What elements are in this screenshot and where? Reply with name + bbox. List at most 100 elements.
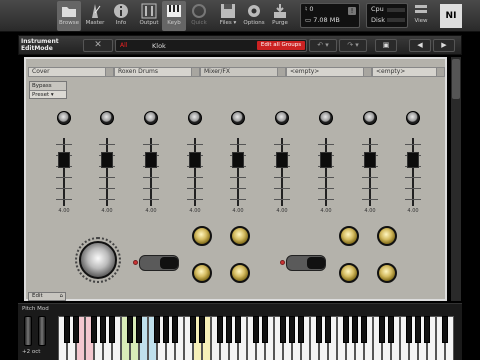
vertical-scrollbar[interactable] — [451, 57, 461, 301]
purge-button[interactable]: Purge — [268, 1, 292, 31]
browse-button[interactable]: Browse — [57, 1, 81, 31]
fader-cap[interactable] — [189, 152, 201, 168]
black-key[interactable] — [163, 316, 169, 343]
channel-fader[interactable] — [187, 138, 203, 206]
channel-fader[interactable] — [318, 138, 334, 206]
black-key[interactable] — [343, 316, 349, 343]
prev-button[interactable]: ◀ — [409, 39, 431, 52]
gold-knob-5[interactable] — [339, 226, 359, 246]
fader-cap[interactable] — [232, 152, 244, 168]
mod-wheel[interactable] — [38, 316, 46, 346]
gold-knob-7[interactable] — [339, 263, 359, 283]
close-button[interactable]: ✕ — [83, 39, 113, 52]
pitch-wheel[interactable] — [24, 316, 32, 346]
gold-knob-4[interactable] — [230, 263, 250, 283]
bypass-button[interactable]: Bypass — [30, 82, 66, 90]
channel-knob[interactable] — [363, 111, 377, 125]
options-button[interactable]: Options — [242, 1, 266, 31]
channel-knob[interactable] — [57, 111, 71, 125]
black-key[interactable] — [100, 316, 106, 343]
black-key[interactable] — [361, 316, 367, 343]
next-button[interactable]: ▶ — [433, 39, 455, 52]
black-key[interactable] — [127, 316, 133, 343]
black-key[interactable] — [442, 316, 448, 343]
black-key[interactable] — [289, 316, 295, 343]
master-button[interactable]: Master — [83, 1, 107, 31]
save-button[interactable]: ▣ — [375, 39, 397, 52]
black-key[interactable] — [316, 316, 322, 343]
gold-knob-3[interactable] — [192, 263, 212, 283]
black-key[interactable] — [91, 316, 97, 343]
black-key[interactable] — [352, 316, 358, 343]
channel-knob[interactable] — [319, 111, 333, 125]
black-key[interactable] — [109, 316, 115, 343]
channel-fader[interactable] — [143, 138, 159, 206]
info-button[interactable]: Info — [109, 1, 133, 31]
tab-empty-1[interactable]: <empty> — [286, 67, 372, 77]
scrollbar-thumb[interactable] — [452, 59, 460, 99]
black-key[interactable] — [406, 316, 412, 343]
black-key[interactable] — [64, 316, 70, 343]
channel-fader[interactable] — [405, 138, 421, 206]
black-key[interactable] — [136, 316, 142, 343]
channel-fader[interactable] — [56, 138, 72, 206]
black-key[interactable] — [199, 316, 205, 343]
gold-knob-6[interactable] — [377, 226, 397, 246]
channel-knob[interactable] — [406, 111, 420, 125]
tab-empty-2[interactable]: <empty> — [372, 67, 445, 77]
black-key[interactable] — [253, 316, 259, 343]
channel-knob[interactable] — [144, 111, 158, 125]
black-key[interactable] — [226, 316, 232, 343]
black-key[interactable] — [235, 316, 241, 343]
fader-cap[interactable] — [276, 152, 288, 168]
edit-button[interactable]: Edit ⌂ — [28, 292, 66, 301]
fader-cap[interactable] — [101, 152, 113, 168]
warning-icon[interactable]: ! — [348, 7, 356, 15]
keyboard-button[interactable]: Keyb — [162, 1, 186, 31]
tab-roxen-drums[interactable]: Roxen Drums — [114, 67, 200, 77]
instrument-name-field[interactable]: All Klok Edit all Groups — [115, 39, 307, 52]
undo-button[interactable]: ↶ ▾ — [309, 39, 337, 52]
channel-fader[interactable] — [99, 138, 115, 206]
output-button[interactable]: Output — [137, 1, 161, 31]
black-key[interactable] — [172, 316, 178, 343]
channel-knob[interactable] — [231, 111, 245, 125]
fader-cap[interactable] — [407, 152, 419, 168]
black-key[interactable] — [298, 316, 304, 343]
redo-button[interactable]: ↷ ▾ — [339, 39, 367, 52]
preset-dropdown[interactable]: Preset ▾ — [30, 90, 66, 98]
files-button[interactable]: Files ▾ — [216, 1, 240, 31]
toggle-switch-left[interactable] — [139, 255, 179, 271]
edit-all-groups-button[interactable]: Edit all Groups — [257, 41, 305, 50]
channel-fader[interactable] — [230, 138, 246, 206]
black-key[interactable] — [154, 316, 160, 343]
channel-knob[interactable] — [275, 111, 289, 125]
channel-knob[interactable] — [100, 111, 114, 125]
fader-cap[interactable] — [145, 152, 157, 168]
channel-fader[interactable] — [362, 138, 378, 206]
black-key[interactable] — [217, 316, 223, 343]
octave-label[interactable]: +2 oct — [22, 349, 40, 355]
black-key[interactable] — [262, 316, 268, 343]
channel-knob[interactable] — [188, 111, 202, 125]
black-key[interactable] — [415, 316, 421, 343]
fader-cap[interactable] — [364, 152, 376, 168]
view-button[interactable]: View — [412, 1, 430, 31]
gold-knob-2[interactable] — [230, 226, 250, 246]
tab-mixer-fx[interactable]: Mixer/FX — [200, 67, 286, 77]
tab-cover[interactable]: Cover — [28, 67, 114, 77]
black-key[interactable] — [424, 316, 430, 343]
channel-fader[interactable] — [274, 138, 290, 206]
toggle-switch-right[interactable] — [286, 255, 326, 271]
black-key[interactable] — [280, 316, 286, 343]
black-key[interactable] — [388, 316, 394, 343]
quick-button[interactable]: Quick — [187, 1, 211, 31]
black-key[interactable] — [190, 316, 196, 343]
fader-cap[interactable] — [320, 152, 332, 168]
black-key[interactable] — [73, 316, 79, 343]
black-key[interactable] — [379, 316, 385, 343]
gold-knob-1[interactable] — [192, 226, 212, 246]
black-key[interactable] — [325, 316, 331, 343]
fader-cap[interactable] — [58, 152, 70, 168]
gold-knob-8[interactable] — [377, 263, 397, 283]
